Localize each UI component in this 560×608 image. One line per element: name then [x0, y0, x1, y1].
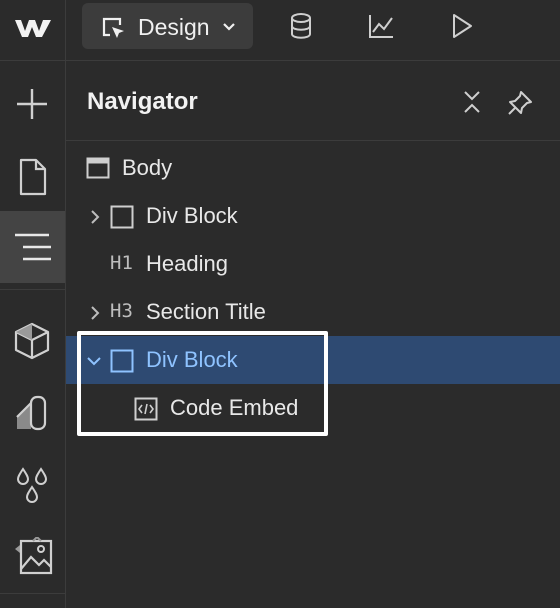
play-icon[interactable] — [450, 12, 474, 40]
tree-node-label: Code Embed — [170, 395, 299, 420]
collapse-icon[interactable] — [461, 89, 483, 115]
add-elements-button[interactable] — [0, 67, 65, 139]
assets-button[interactable] — [0, 519, 65, 591]
sidebar-divider — [0, 289, 65, 290]
chevron-down-icon — [223, 23, 235, 31]
pages-button[interactable] — [0, 139, 65, 211]
tree-node-div-block-selected[interactable]: Div Block — [66, 336, 560, 384]
navigator-header: Navigator — [66, 61, 560, 141]
chevron-right-icon[interactable] — [90, 209, 100, 225]
div-block-icon — [110, 205, 134, 229]
chevron-right-icon[interactable] — [90, 305, 100, 321]
tree-node-section-title[interactable]: H3 Section Title — [66, 288, 560, 336]
cube-icon — [14, 322, 50, 360]
components-button[interactable] — [0, 303, 65, 375]
tree-node-label: Body — [122, 155, 173, 180]
tree-node-body[interactable]: Body — [66, 144, 560, 192]
sidebar-divider — [0, 593, 65, 594]
left-toolbar — [0, 61, 66, 608]
panel-title: Navigator — [87, 88, 198, 115]
pin-icon[interactable] — [506, 89, 534, 117]
webflow-logo-icon[interactable] — [14, 17, 52, 39]
navigator-panel: Navigator Body Div Block H1 Heading H3 S… — [66, 61, 560, 608]
page-icon — [19, 158, 47, 196]
heading-h1-icon: H1 — [110, 252, 133, 274]
cursor-select-icon — [102, 17, 124, 38]
tree-node-code-embed[interactable]: Code Embed — [66, 384, 560, 432]
logo-cell — [0, 0, 66, 61]
design-mode-button[interactable]: Design — [82, 3, 253, 49]
plus-icon — [17, 89, 47, 119]
design-mode-label: Design — [138, 14, 210, 40]
body-icon — [86, 157, 110, 179]
tree-node-label: Heading — [146, 251, 228, 276]
tree-node-heading[interactable]: H1 Heading — [66, 240, 560, 288]
style-manager-button[interactable] — [0, 375, 65, 447]
assets-image-icon — [15, 537, 53, 575]
top-toolbar: Design — [0, 0, 560, 61]
navigator-button[interactable] — [0, 211, 65, 283]
tree-node-label: Section Title — [146, 299, 266, 324]
navigator-icon — [15, 233, 51, 261]
tree-node-div-block[interactable]: Div Block — [66, 192, 560, 240]
tree-node-label: Div Block — [146, 347, 238, 372]
chart-icon[interactable] — [367, 12, 395, 40]
tree-node-label: Div Block — [146, 203, 238, 228]
heading-h3-icon: H3 — [110, 300, 133, 322]
database-icon[interactable] — [288, 12, 314, 40]
swatches-button[interactable] — [0, 447, 65, 519]
code-embed-icon — [134, 397, 158, 421]
div-block-icon — [110, 349, 134, 373]
chevron-down-icon[interactable] — [86, 356, 102, 366]
droplets-icon — [16, 467, 48, 503]
style-manager-icon — [16, 395, 47, 431]
